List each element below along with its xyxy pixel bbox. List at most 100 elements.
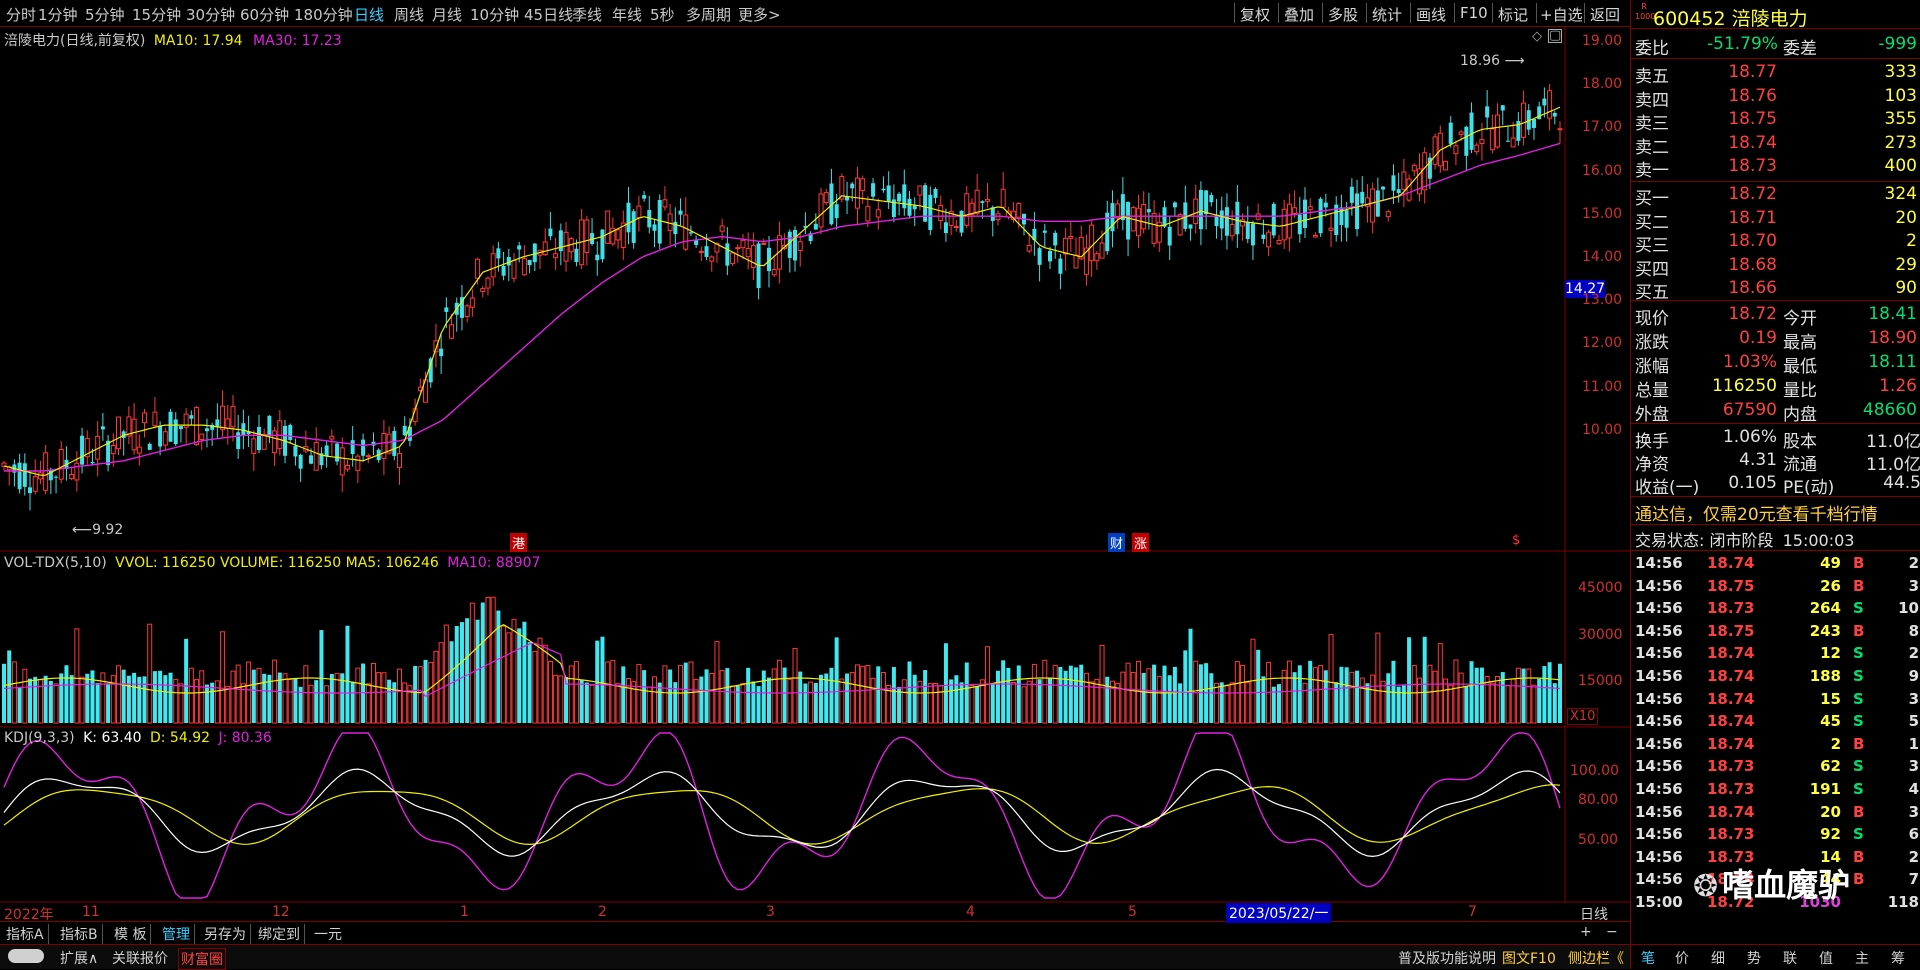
- multi-stock-button[interactable]: 多股: [1328, 4, 1358, 25]
- period-5min[interactable]: 5分钟: [85, 4, 125, 25]
- candle-body: [938, 204, 944, 222]
- ask-volume: 273: [1884, 132, 1917, 153]
- period-monthly[interactable]: 月线: [432, 4, 462, 25]
- back-button[interactable]: 返回: [1590, 4, 1620, 25]
- ask-row[interactable]: 卖四 18.76 103: [1635, 85, 1919, 111]
- bid-row[interactable]: 买二 18.71 20: [1635, 208, 1919, 233]
- zoom-out-button[interactable]: −: [1606, 924, 1618, 940]
- bid-row[interactable]: 买三 18.70 2: [1635, 231, 1919, 256]
- ask-row[interactable]: 卖五 18.77 333: [1635, 62, 1919, 87]
- toggle-switch[interactable]: [8, 949, 44, 963]
- add-watchlist-button[interactable]: +自选: [1540, 4, 1583, 25]
- draw-line-button[interactable]: 画线: [1416, 4, 1446, 25]
- ask-price: 18.76: [1728, 85, 1777, 106]
- statistics-button[interactable]: 统计: [1372, 4, 1402, 25]
- volume-bar: [854, 664, 860, 724]
- tab-value[interactable]: 值: [1819, 948, 1833, 968]
- candle-body: [542, 241, 548, 255]
- tab-save-as[interactable]: 另存为: [204, 924, 251, 944]
- tab-linked[interactable]: 联: [1783, 948, 1797, 968]
- tab-chips[interactable]: 筹: [1891, 948, 1905, 968]
- kdj-chart[interactable]: [0, 728, 1630, 903]
- candle-body: [147, 443, 152, 450]
- adjust-button[interactable]: 复权: [1240, 4, 1270, 25]
- event-rise-badge[interactable]: 涨: [1132, 533, 1150, 552]
- candle-body: [1495, 114, 1501, 148]
- candle-body: [261, 433, 267, 450]
- event-hk-badge[interactable]: 港: [510, 533, 528, 552]
- volume-bar: [1297, 665, 1302, 723]
- tab-trend[interactable]: 势: [1747, 948, 1761, 968]
- candle-body: [1500, 105, 1505, 111]
- volume-chart[interactable]: [0, 553, 1630, 728]
- f10-button[interactable]: F10: [1460, 4, 1488, 22]
- price-chart-panel[interactable]: 涪陵电力(日线,前复权) MA10: 17.94 MA30: 17.23 ◇ ▢…: [0, 27, 1630, 552]
- ask-row[interactable]: 卖二 18.74 273: [1635, 132, 1919, 158]
- period-1min[interactable]: 1分钟: [38, 4, 78, 25]
- tab-one-yuan[interactable]: 一元: [314, 924, 342, 944]
- period-60min[interactable]: 60分钟: [240, 4, 289, 25]
- event-dollar-badge[interactable]: $: [1512, 533, 1520, 548]
- event-finance-badge[interactable]: 财: [1108, 533, 1126, 552]
- tab-price[interactable]: 价: [1675, 948, 1689, 968]
- candle-body: [1063, 237, 1069, 255]
- mark-button[interactable]: 标记: [1498, 4, 1528, 25]
- wealth-circle-button[interactable]: 财富圈: [178, 948, 226, 970]
- period-weekly[interactable]: 周线: [394, 4, 424, 25]
- tab-detail[interactable]: 细: [1711, 948, 1725, 968]
- feature-guide-link[interactable]: 普及版功能说明: [1398, 948, 1496, 968]
- tab-indicator-a[interactable]: 指标A: [6, 924, 49, 944]
- period-yearly[interactable]: 年线: [612, 4, 642, 25]
- period-45day[interactable]: 45日线: [524, 4, 573, 25]
- bid-row[interactable]: 买五 18.66 90: [1635, 278, 1919, 303]
- diamond-icon[interactable]: ◇: [1532, 29, 1542, 44]
- related-quote-button[interactable]: 关联报价: [112, 948, 168, 968]
- candle-body: [823, 192, 829, 204]
- tab-tick[interactable]: 笔: [1641, 948, 1655, 968]
- volume-bar: [230, 670, 236, 724]
- kdj-chart-panel[interactable]: KDJ(9,3,3) K: 63.40 D: 54.92 J: 80.36 10…: [0, 728, 1630, 903]
- period-10min[interactable]: 10分钟: [470, 4, 519, 25]
- period-more[interactable]: 更多>: [738, 4, 781, 25]
- period-quarterly[interactable]: 季线: [572, 4, 602, 25]
- volume-chart-panel[interactable]: VOL-TDX(5,10) VVOL: 116250 VOLUME: 11625…: [0, 553, 1630, 728]
- period-label: 日线: [1580, 907, 1608, 923]
- overlay-button[interactable]: 叠加: [1284, 4, 1314, 25]
- f10-graphic-link[interactable]: 图文F10: [1502, 948, 1556, 968]
- candle-body: [1250, 223, 1255, 246]
- bid-row[interactable]: 买四 18.68 29: [1635, 255, 1919, 280]
- volume-bar: [1375, 632, 1381, 724]
- period-daily[interactable]: 日线: [354, 4, 384, 25]
- tab-template[interactable]: 模 板: [114, 924, 152, 944]
- zoom-in-button[interactable]: +: [1580, 924, 1592, 940]
- bid-row[interactable]: 买一 18.72 324: [1635, 184, 1919, 209]
- period-30min[interactable]: 30分钟: [186, 4, 235, 25]
- volume-bar: [933, 683, 939, 724]
- tab-bind-to[interactable]: 绑定到: [258, 924, 305, 944]
- period-multi[interactable]: 多周期: [686, 4, 731, 25]
- promo-link[interactable]: 通达信，仅需20元查看千档行情: [1635, 500, 1878, 525]
- ask-row[interactable]: 卖三 18.75 355: [1635, 109, 1919, 134]
- period-5sec[interactable]: 5秒: [650, 4, 675, 25]
- volume-bar: [22, 668, 28, 724]
- stat-value: 18.41: [1868, 304, 1917, 324]
- candle-body: [1542, 98, 1547, 106]
- expand-button[interactable]: 扩展∧: [60, 948, 98, 968]
- candle-body: [1312, 234, 1318, 238]
- candle-body: [818, 193, 824, 228]
- tab-main[interactable]: 主: [1855, 948, 1869, 968]
- window-toggle-icon[interactable]: ▢: [1548, 29, 1562, 43]
- period-180min[interactable]: 180分钟: [294, 4, 353, 25]
- sidebar-toggle-link[interactable]: 侧边栏《: [1568, 948, 1624, 968]
- tab-manage[interactable]: 管理: [162, 924, 195, 944]
- bid-price: 18.72: [1728, 184, 1777, 204]
- ask-row[interactable]: 卖一 18.73 400: [1635, 156, 1919, 181]
- tick-price: 18.75: [1707, 576, 1755, 595]
- volume-bar: [235, 664, 241, 724]
- price-axis-label: 18.00: [1582, 76, 1623, 93]
- period-intraday[interactable]: 分时: [6, 4, 36, 25]
- candlestick-chart[interactable]: [0, 27, 1630, 552]
- tab-indicator-b[interactable]: 指标B: [60, 924, 103, 944]
- period-15min[interactable]: 15分钟: [132, 4, 181, 25]
- volume-bar: [100, 672, 106, 724]
